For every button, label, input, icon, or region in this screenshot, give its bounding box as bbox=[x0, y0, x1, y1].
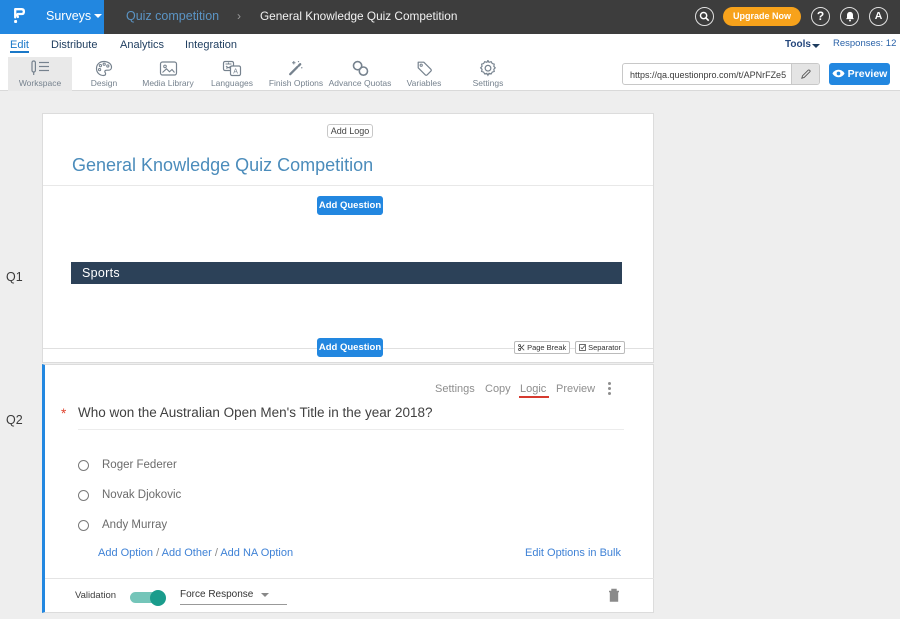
svg-text:A: A bbox=[233, 69, 238, 76]
